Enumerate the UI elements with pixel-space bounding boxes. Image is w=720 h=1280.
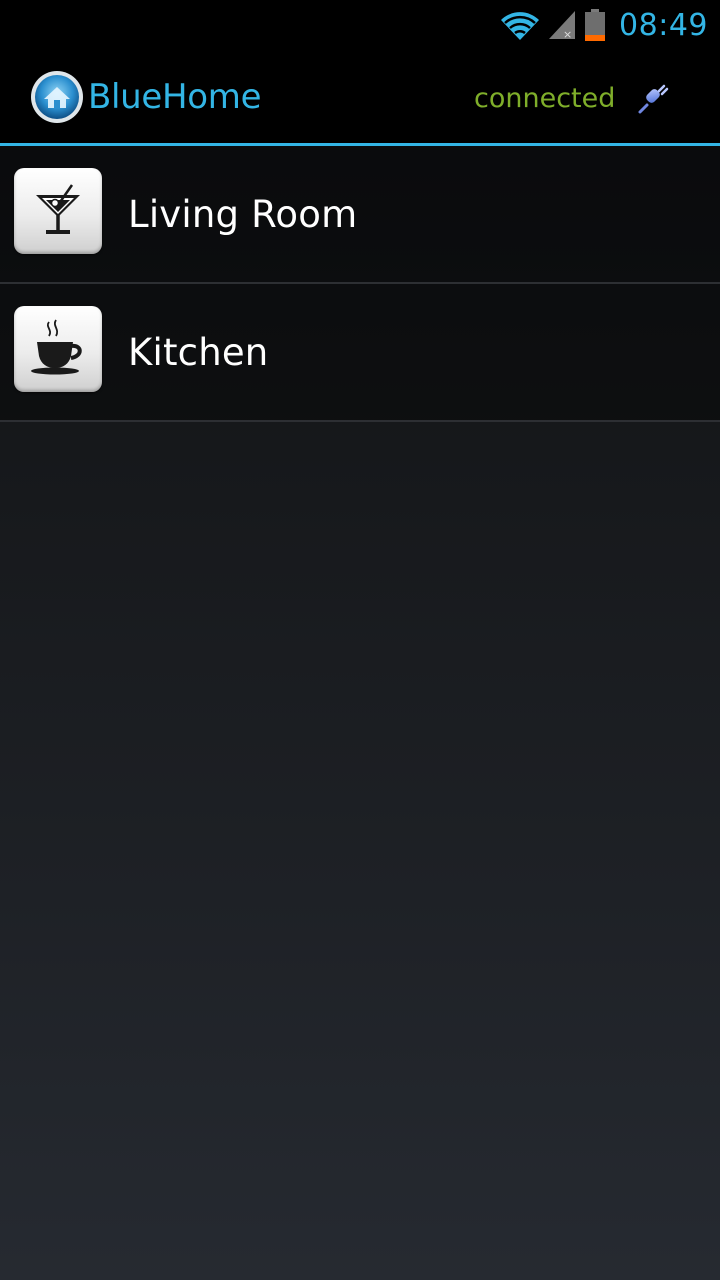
- app-screen: × 08:49 BlueHome connected Living Room K…: [0, 0, 720, 1280]
- connection-status: connected: [474, 83, 616, 114]
- room-item-living-room[interactable]: Living Room: [0, 146, 720, 284]
- coffee-cup-icon: [31, 319, 82, 375]
- svg-text:×: ×: [563, 28, 572, 41]
- room-list: Living Room Kitchen: [0, 146, 720, 422]
- room-name: Kitchen: [128, 330, 269, 374]
- app-title: BlueHome: [88, 77, 262, 117]
- wifi-icon: [501, 12, 540, 40]
- cocktail-icon: [36, 184, 80, 234]
- action-bar: BlueHome connected: [0, 50, 720, 143]
- room-icon-tile: [14, 306, 102, 392]
- status-bar: × 08:49: [0, 0, 720, 50]
- bluetooth-plug-icon: [638, 84, 669, 114]
- bluehome-logo-icon[interactable]: [30, 70, 84, 124]
- bluetooth-connect-button[interactable]: [632, 76, 676, 120]
- battery-icon: [585, 9, 606, 41]
- room-item-kitchen[interactable]: Kitchen: [0, 284, 720, 422]
- cell-signal-icon: ×: [549, 11, 576, 41]
- room-name: Living Room: [128, 192, 358, 236]
- clock-time: 08:49: [619, 7, 708, 43]
- room-icon-tile: [14, 168, 102, 254]
